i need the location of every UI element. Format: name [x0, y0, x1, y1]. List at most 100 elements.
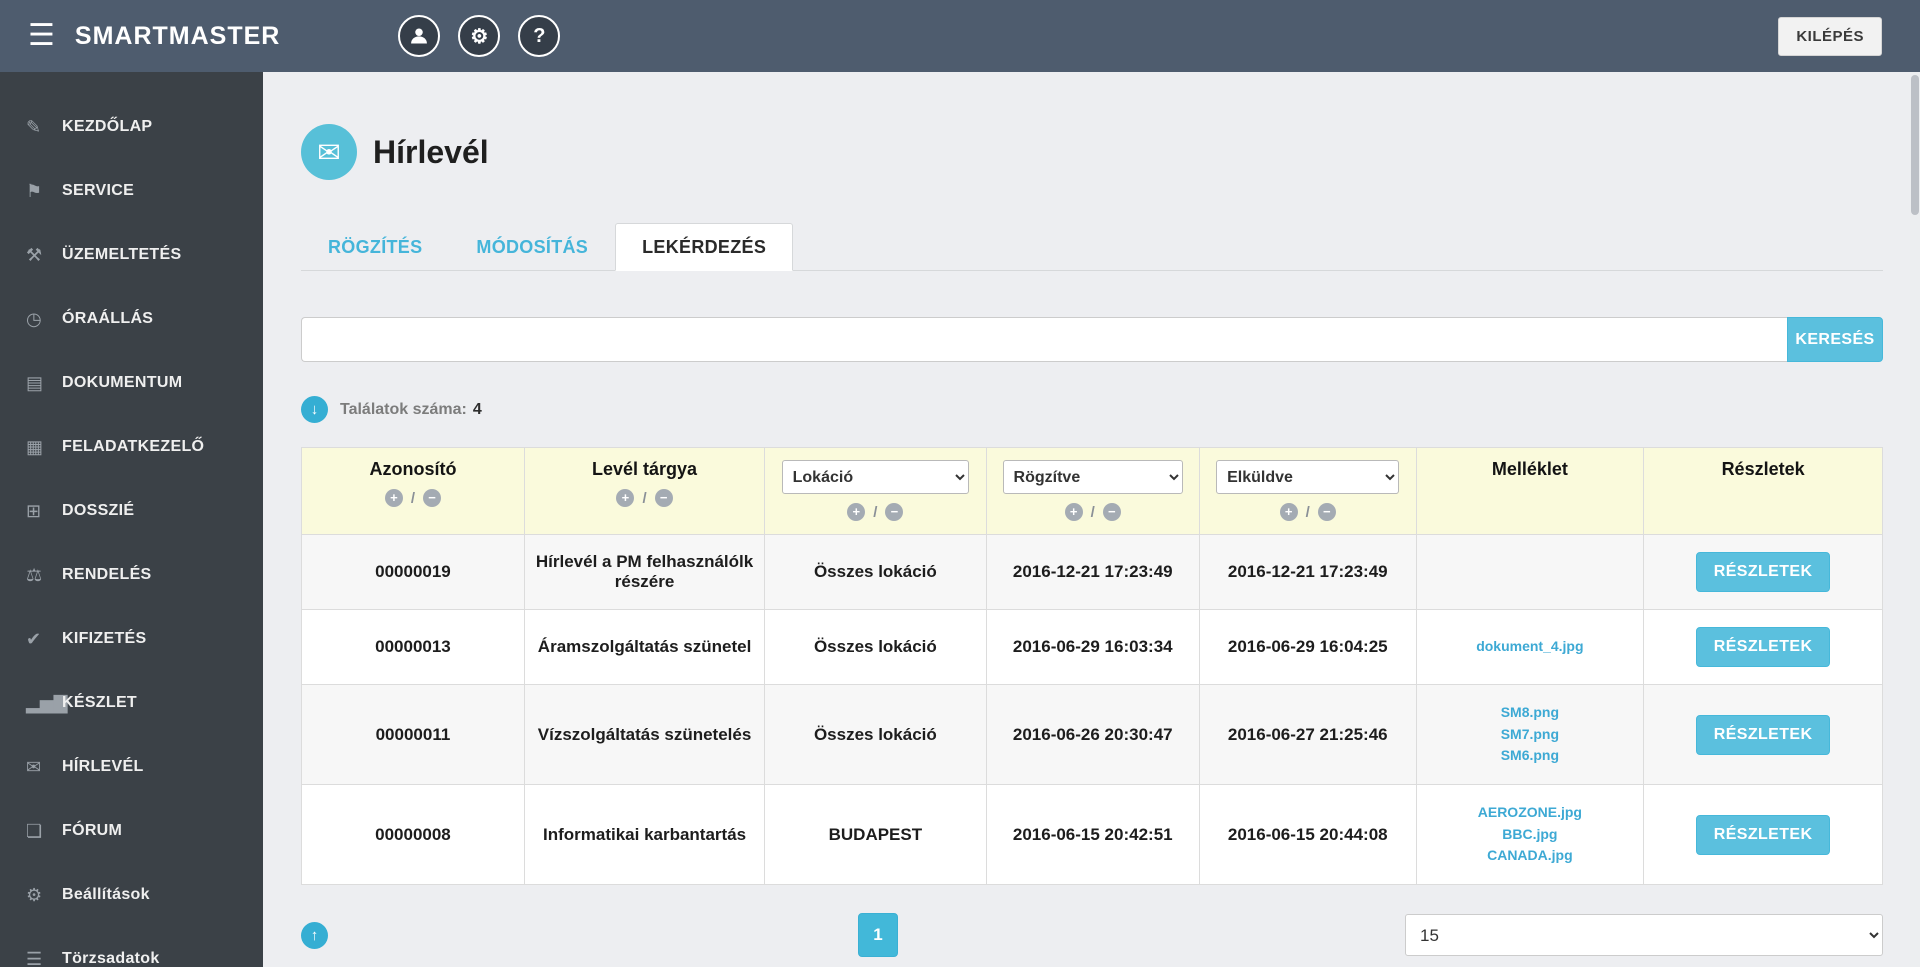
sort-desc-icon[interactable]: − — [1317, 503, 1336, 521]
sidebar-item-feladatkezelo[interactable]: ▦ FELADATKEZELŐ — [0, 415, 263, 479]
recorded-filter-select[interactable]: Rögzítve — [1002, 460, 1183, 494]
sort-asc-icon[interactable]: + — [1064, 503, 1083, 521]
details-cell: RÉSZLETEK — [1643, 534, 1883, 610]
header-reszletek: Részletek — [1643, 447, 1883, 535]
id-cell: 00000019 — [301, 534, 525, 610]
user-button[interactable] — [398, 15, 441, 57]
page-title: Hírlevél — [373, 133, 489, 170]
sent-cell: 2016-06-29 16:04:25 — [1198, 609, 1417, 685]
location-cell: BUDAPEST — [764, 784, 987, 886]
sidebar-item-service[interactable]: ⚑ SERVICE — [0, 159, 263, 223]
page-header: ✉ Hírlevél — [301, 124, 1883, 180]
table-row: 00000013 Áramszolgáltatás szünetel Össze… — [301, 609, 1883, 685]
header-rogzitve: Rögzítve + / − — [985, 447, 1200, 535]
header-level-targya: Levél tárgya + / − — [523, 447, 766, 535]
sidebar-item-keszlet[interactable]: ▂▅▇ KÉSZLET — [0, 671, 263, 735]
search-group: KERESÉS — [301, 317, 1883, 362]
topbar-icon-group: ⚙ ? — [398, 15, 561, 57]
tab-rogzites[interactable]: RÖGZÍTÉS — [301, 223, 449, 271]
sort-controls: + / − — [308, 489, 518, 507]
sidebar-item-beallitasok[interactable]: ⚙ Beállítások — [0, 863, 263, 927]
sort-desc-icon[interactable]: − — [423, 489, 442, 507]
sort-asc-icon[interactable]: + — [616, 489, 635, 507]
collapse-down-icon[interactable]: ↓ — [301, 396, 328, 423]
recorded-cell: 2016-06-15 20:42:51 — [985, 784, 1200, 886]
logout-button[interactable]: KILÉPÉS — [1778, 16, 1882, 56]
sent-filter-select[interactable]: Elküldve — [1216, 460, 1400, 494]
details-button[interactable]: RÉSZLETEK — [1695, 714, 1831, 755]
pagination-page-button[interactable]: 1 — [858, 913, 898, 958]
folder-icon: ▤ — [26, 372, 44, 393]
results-row: ↓ Találatok száma: 4 — [301, 396, 1883, 423]
sort-divider: / — [873, 503, 878, 521]
sidebar-item-forum[interactable]: ❏ FÓRUM — [0, 799, 263, 863]
attachment-link[interactable]: SM8.png — [1427, 702, 1634, 724]
sort-asc-icon[interactable]: + — [384, 489, 403, 507]
comment-icon: ❏ — [26, 820, 43, 841]
attachments-cell: SM8.png SM7.png SM6.png — [1415, 683, 1645, 786]
sort-desc-icon[interactable]: − — [885, 503, 904, 521]
sort-desc-icon[interactable]: − — [654, 489, 673, 507]
location-cell: Összes lokáció — [764, 534, 987, 610]
sidebar-item-rendeles[interactable]: ⚖ RENDELÉS — [0, 543, 263, 607]
page-size-select[interactable]: 15 — [1405, 914, 1883, 957]
id-cell: 00000011 — [301, 683, 525, 786]
details-cell: RÉSZLETEK — [1643, 784, 1883, 886]
attachment-link[interactable]: BBC.jpg — [1427, 824, 1634, 846]
sort-controls: + / − — [771, 503, 979, 521]
sent-cell: 2016-06-15 20:44:08 — [1198, 784, 1417, 886]
cart-icon: ⚖ — [26, 564, 43, 585]
scrollbar-thumb[interactable] — [1911, 75, 1919, 215]
header-elkuldve: Elküldve + / − — [1198, 447, 1417, 535]
newsletter-table: Azonosító + / − Levél tárgya + / − Lokác… — [301, 447, 1883, 886]
topbar: ☰ SMARTMASTER ⚙ ? KILÉPÉS — [0, 0, 1920, 72]
recorded-cell: 2016-06-29 16:03:34 — [985, 609, 1200, 685]
details-button[interactable]: RÉSZLETEK — [1695, 814, 1831, 855]
tab-lekerdezes[interactable]: LEKÉRDEZÉS — [615, 223, 794, 271]
subject-cell: Hírlevél a PM felhasználólk részére — [523, 534, 766, 610]
settings-button[interactable]: ⚙ — [458, 15, 501, 57]
sort-asc-icon[interactable]: + — [847, 503, 866, 521]
attachment-link[interactable]: SM6.png — [1427, 745, 1634, 767]
sidebar-item-uzemeltetes[interactable]: ⚒ ÜZEMELTETÉS — [0, 223, 263, 287]
app-brand: SMARTMASTER — [74, 21, 281, 50]
chart-icon: ▂▅▇ — [26, 692, 68, 713]
sidebar-item-kifizetes[interactable]: ✔ KIFIZETÉS — [0, 607, 263, 671]
subject-cell: Áramszolgáltatás szünetel — [523, 609, 766, 685]
scroll-top-icon[interactable]: ↑ — [301, 921, 328, 949]
sort-divider: / — [1305, 503, 1310, 521]
help-button[interactable]: ? — [518, 15, 561, 57]
sent-cell: 2016-12-21 17:23:49 — [1198, 534, 1417, 610]
header-lokacio: Lokáció + / − — [764, 447, 987, 535]
menu-icon[interactable]: ☰ — [28, 21, 55, 51]
envelope-icon: ✉ — [301, 124, 357, 180]
search-button[interactable]: KERESÉS — [1787, 317, 1883, 362]
sidebar-item-torzsadatok[interactable]: ☰ Törzsadatok — [0, 927, 263, 967]
sidebar-item-hirlevel[interactable]: ✉ HÍRLEVÉL — [0, 735, 263, 799]
details-button[interactable]: RÉSZLETEK — [1695, 552, 1831, 592]
sidebar-item-kezdolap[interactable]: ✎ KEZDŐLAP — [0, 95, 263, 159]
header-azonosito: Azonosító + / − — [301, 447, 525, 535]
results-count: 4 — [472, 400, 482, 418]
search-input[interactable] — [301, 317, 1787, 362]
table-row: 00000019 Hírlevél a PM felhasználólk rés… — [301, 534, 1883, 610]
location-filter-select[interactable]: Lokáció — [781, 460, 970, 494]
attachment-link[interactable]: AEROZONE.jpg — [1427, 802, 1634, 824]
sort-controls: + / − — [1206, 503, 1410, 521]
sort-divider: / — [1090, 503, 1095, 521]
details-button[interactable]: RÉSZLETEK — [1695, 627, 1831, 667]
attachment-link[interactable]: CANADA.jpg — [1427, 845, 1634, 867]
sort-asc-icon[interactable]: + — [1279, 503, 1298, 521]
sidebar-item-oraallas[interactable]: ◷ ÓRAÁLLÁS — [0, 287, 263, 351]
sidebar-item-dosszie[interactable]: ⊞ DOSSZIÉ — [0, 479, 263, 543]
sort-desc-icon[interactable]: − — [1102, 503, 1121, 521]
clock-icon: ◷ — [26, 308, 42, 329]
tab-modositas[interactable]: MÓDOSÍTÁS — [449, 223, 615, 271]
attachment-link[interactable]: SM7.png — [1427, 724, 1634, 746]
user-icon — [411, 28, 428, 44]
sidebar-item-dokumentum[interactable]: ▤ DOKUMENTUM — [0, 351, 263, 415]
attachment-link[interactable]: dokument_4.jpg — [1427, 636, 1634, 658]
gear-icon: ⚙ — [26, 884, 43, 905]
main-content: ✉ Hírlevél RÖGZÍTÉS MÓDOSÍTÁS LEKÉRDEZÉS K… — [263, 0, 1920, 958]
sort-controls: + / − — [531, 489, 758, 507]
